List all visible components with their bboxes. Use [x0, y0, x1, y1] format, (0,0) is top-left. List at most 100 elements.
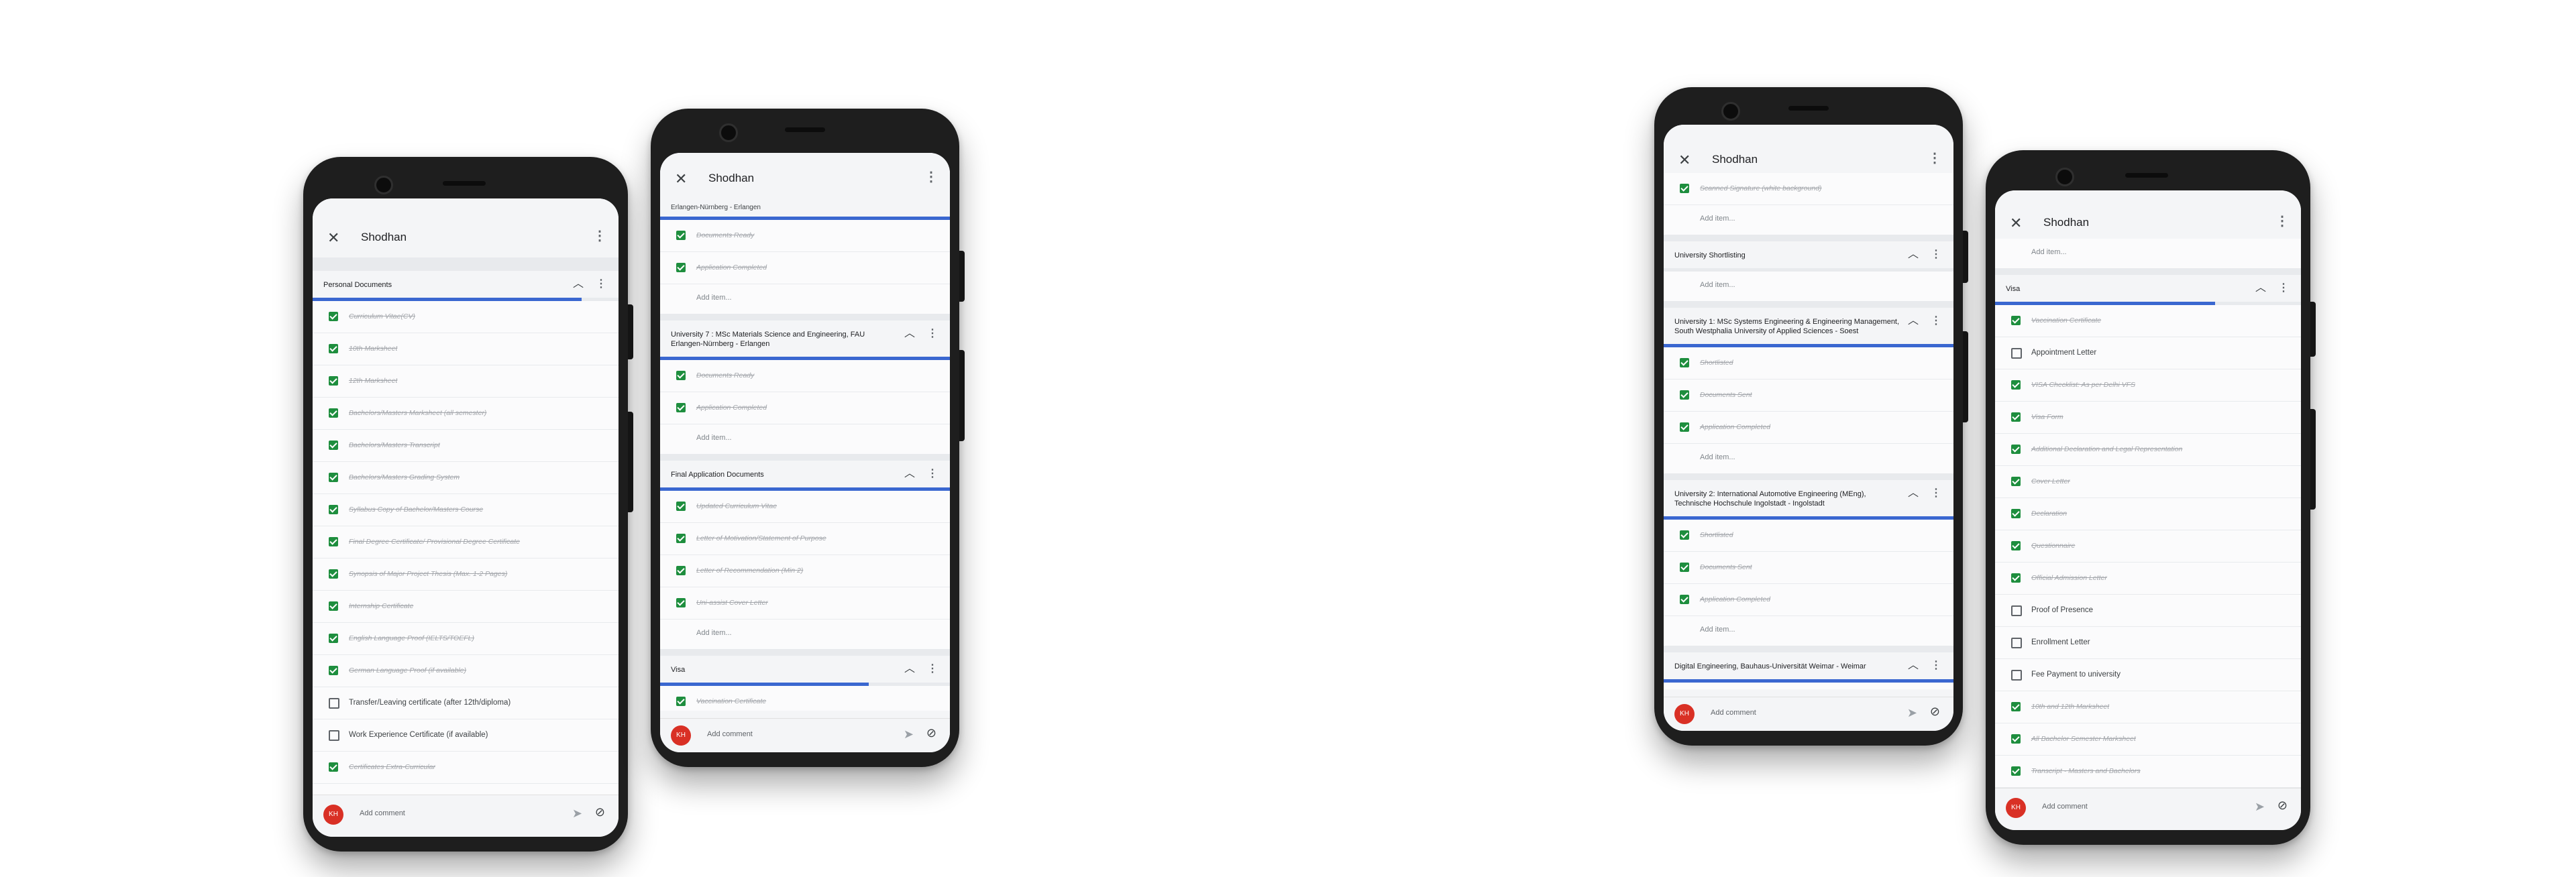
checklist-item[interactable]: Appointment Letter — [1995, 337, 2301, 369]
checklist-item[interactable]: Application Completed — [660, 252, 950, 284]
checkbox-checked-icon[interactable] — [1680, 422, 1689, 432]
checklist-item[interactable]: 12th Marksheet — [313, 365, 619, 398]
checkbox-checked-icon[interactable] — [329, 441, 338, 450]
checkbox-checked-icon[interactable] — [1680, 390, 1689, 400]
checkbox-checked-icon[interactable] — [676, 231, 686, 240]
more-vert-icon[interactable]: ⋮ — [1931, 488, 1941, 499]
checkbox-checked-icon[interactable] — [329, 344, 338, 353]
checkbox-checked-icon[interactable] — [676, 697, 686, 706]
checklist-item[interactable]: Transfer/Leaving certificate (after 12th… — [313, 687, 619, 719]
section-header[interactable]: Visa ︿ ⋮ — [1995, 268, 2301, 305]
chevron-up-icon[interactable]: ︿ — [904, 329, 915, 339]
checklist-item[interactable]: Documents Sent — [1664, 379, 1953, 412]
section-header[interactable]: University Shortlisting ︿ ⋮ — [1664, 235, 1953, 272]
add-item-button[interactable]: Add item... — [1664, 272, 1953, 301]
checkbox-checked-icon[interactable] — [676, 534, 686, 543]
checkbox-checked-icon[interactable] — [1680, 595, 1689, 604]
checklist-item[interactable]: VISA Checklist: As per Delhi VFS — [1995, 369, 2301, 402]
checkbox-checked-icon[interactable] — [329, 376, 338, 386]
checklist-item[interactable]: Application Completed — [660, 392, 950, 424]
send-icon[interactable]: ➤ — [572, 807, 582, 819]
checkbox-unchecked-icon[interactable] — [2011, 605, 2022, 616]
checklist-item[interactable]: Documents Ready — [660, 220, 950, 252]
checkbox-checked-icon[interactable] — [329, 505, 338, 514]
checklist-item[interactable]: Vaccination Certificate — [1995, 305, 2301, 337]
more-vert-icon[interactable]: ⋮ — [1931, 660, 1941, 671]
checklist-item[interactable]: Internship Certificate — [313, 591, 619, 623]
checkbox-checked-icon[interactable] — [1680, 184, 1689, 193]
section-header[interactable]: Digital Engineering, Bauhaus-Universität… — [1664, 646, 1953, 683]
comment-input[interactable]: Add comment — [360, 809, 405, 817]
checklist-item[interactable]: Syllabus Copy of Bachelor/Masters Course — [313, 494, 619, 526]
close-icon[interactable]: ✕ — [1678, 153, 1690, 168]
checklist-item[interactable]: Questionnaire — [1995, 530, 2301, 563]
checklist-item[interactable]: Synopsis of Major Project Thesis (Max. 1… — [313, 559, 619, 591]
checklist-item[interactable]: Transcript - Masters and Bachelors — [1995, 756, 2301, 788]
checkbox-checked-icon[interactable] — [2011, 702, 2021, 711]
checklist-item[interactable]: 10th and 12th Marksheet — [1995, 691, 2301, 723]
checkbox-checked-icon[interactable] — [1680, 358, 1689, 367]
checklist-item[interactable]: Shortlisted — [1664, 347, 1953, 379]
checkbox-checked-icon[interactable] — [329, 312, 338, 321]
checkbox-checked-icon[interactable] — [329, 762, 338, 772]
checkbox-checked-icon[interactable] — [676, 598, 686, 607]
checkbox-checked-icon[interactable] — [2011, 477, 2021, 486]
checkbox-checked-icon[interactable] — [2011, 541, 2021, 550]
more-vert-icon[interactable]: ⋮ — [596, 279, 606, 290]
add-item-button[interactable]: Add item... — [1664, 444, 1953, 473]
checkbox-checked-icon[interactable] — [2011, 316, 2021, 325]
checkbox-checked-icon[interactable] — [329, 601, 338, 611]
checklist-item[interactable]: Uni-assist Cover Letter — [660, 587, 950, 620]
checklist-item[interactable]: Additional Declaration and Legal Represe… — [1995, 434, 2301, 466]
checklist-item[interactable]: Visa Form — [1995, 402, 2301, 434]
add-item-button[interactable]: Add item... — [1664, 616, 1953, 646]
comment-input[interactable]: Add comment — [707, 730, 753, 738]
checklist-item[interactable]: German Language Proof (if available) — [313, 655, 619, 687]
chevron-up-icon[interactable]: ︿ — [904, 469, 915, 479]
avatar[interactable]: KH — [323, 805, 343, 825]
checklist-item[interactable]: Proof of Presence — [1995, 595, 2301, 627]
chevron-up-icon[interactable]: ︿ — [1908, 249, 1919, 260]
checkbox-checked-icon[interactable] — [2011, 573, 2021, 583]
checklist-item[interactable]: Cover Letter — [1995, 466, 2301, 498]
checklist-item[interactable]: Bachelors/Masters Transcript — [313, 430, 619, 462]
checkbox-checked-icon[interactable] — [2011, 380, 2021, 390]
checklist-item[interactable]: Official Admission Letter — [1995, 563, 2301, 595]
checkbox-checked-icon[interactable] — [2011, 766, 2021, 776]
checklist-item[interactable]: Passport — [313, 784, 619, 795]
checkbox-checked-icon[interactable] — [329, 666, 338, 675]
checkbox-unchecked-icon[interactable] — [2011, 638, 2022, 648]
chevron-up-icon[interactable]: ︿ — [1908, 660, 1919, 671]
more-vert-icon[interactable]: ⋮ — [2275, 215, 2289, 228]
add-item-button[interactable]: Add item... — [660, 620, 950, 649]
checkbox-unchecked-icon[interactable] — [329, 698, 339, 709]
more-vert-icon[interactable]: ⋮ — [927, 664, 938, 675]
checkbox-checked-icon[interactable] — [329, 569, 338, 579]
section-header[interactable]: Visa ︿ ⋮ — [660, 649, 950, 686]
checklist-item[interactable]: All Bachelor Semester Marksheet — [1995, 723, 2301, 756]
more-vert-icon[interactable]: ⋮ — [1931, 316, 1941, 327]
checkbox-unchecked-icon[interactable] — [2011, 670, 2022, 681]
checkbox-checked-icon[interactable] — [329, 537, 338, 546]
checklist-item[interactable]: Fee Payment to university — [1995, 659, 2301, 691]
checklist-item[interactable]: Final Degree Certificate/ Provisional De… — [313, 526, 619, 559]
more-vert-icon[interactable]: ⋮ — [593, 229, 606, 243]
checklist-item[interactable]: Vaccination Certificate — [660, 686, 950, 711]
checkbox-checked-icon[interactable] — [329, 634, 338, 643]
checkbox-checked-icon[interactable] — [2011, 734, 2021, 744]
checkbox-checked-icon[interactable] — [676, 371, 686, 380]
checkbox-checked-icon[interactable] — [329, 473, 338, 482]
section-header[interactable]: University 1: MSc Systems Engineering & … — [1664, 301, 1953, 347]
chevron-up-icon[interactable]: ︿ — [1908, 488, 1919, 499]
send-icon[interactable]: ➤ — [1907, 707, 1917, 719]
attach-icon[interactable]: ⊘ — [2277, 799, 2288, 811]
checklist-item[interactable]: English Language Proof (IELTS/TOEFL) — [313, 623, 619, 655]
checklist-item[interactable]: Scanned Signature (white background) — [1664, 173, 1953, 205]
checklist-item[interactable]: Documents Sent — [1664, 552, 1953, 584]
checkbox-checked-icon[interactable] — [2011, 509, 2021, 518]
checkbox-checked-icon[interactable] — [329, 408, 338, 418]
close-icon[interactable]: ✕ — [2010, 216, 2022, 231]
send-icon[interactable]: ➤ — [904, 728, 914, 740]
avatar[interactable]: KH — [671, 725, 691, 746]
checklist-item[interactable]: Bachelors/Masters Marksheet (all semeste… — [313, 398, 619, 430]
